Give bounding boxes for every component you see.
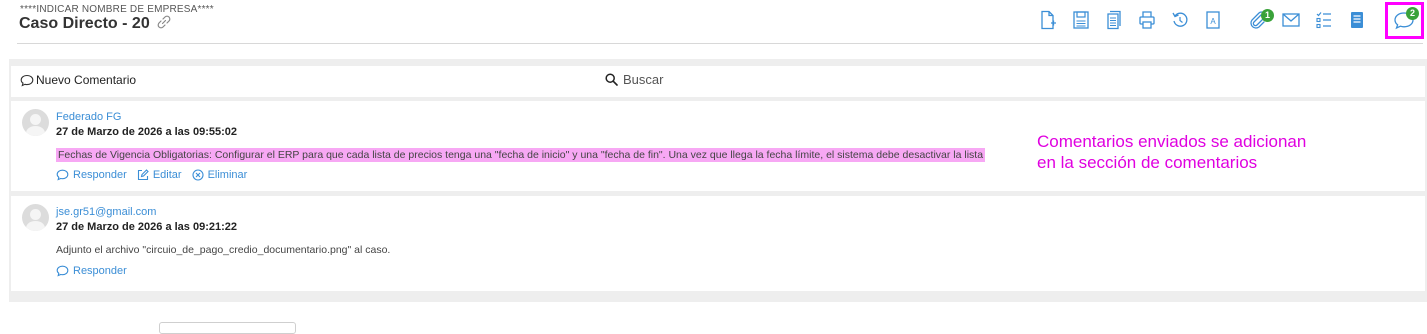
comment-item: jse.gr51@gmail.com 27 de Marzo de 2026 a…: [11, 196, 1425, 291]
comment-author[interactable]: jse.gr51@gmail.com: [56, 206, 156, 218]
new-document-icon[interactable]: [1035, 6, 1061, 34]
reply-button[interactable]: Responder: [56, 265, 127, 277]
comment-text: Adjunto el archivo "circuio_de_pago_cred…: [56, 244, 391, 256]
new-comment-button[interactable]: Nuevo Comentario: [20, 73, 136, 87]
attachment-icon[interactable]: 1: [1245, 6, 1274, 34]
close-circle-icon: [192, 169, 204, 181]
comment-icon: [20, 74, 34, 86]
active-tool-highlight: [1385, 2, 1424, 39]
reply-icon: [56, 265, 69, 277]
text-document-icon[interactable]: A: [1200, 6, 1226, 34]
notes-icon[interactable]: [1344, 6, 1370, 34]
avatar: [22, 109, 49, 136]
case-title-text: Caso Directo - 20: [19, 15, 150, 32]
comments-panel-header: Nuevo Comentario: [11, 66, 1425, 97]
delete-label: Eliminar: [207, 169, 248, 181]
comment-actions: Responder: [56, 265, 127, 277]
footer-input[interactable]: [159, 322, 296, 334]
checklist-icon[interactable]: [1311, 6, 1337, 34]
highlighted-comment-text: Fechas de Vigencia Obligatorias: Configu…: [56, 148, 986, 162]
search-icon: [605, 73, 618, 86]
history-icon[interactable]: [1167, 6, 1193, 34]
page-header: ****INDICAR NOMBRE DE EMPRESA**** Caso D…: [0, 0, 1427, 46]
reply-label: Responder: [73, 169, 127, 181]
annotation-line: Comentarios enviados se adicionan: [1037, 132, 1307, 151]
comment-author[interactable]: Federado FG: [56, 111, 121, 123]
search-input[interactable]: [623, 72, 823, 87]
edit-icon: [137, 169, 149, 181]
edit-button[interactable]: Editar: [137, 169, 182, 181]
page-title: Caso Directo - 20: [19, 15, 171, 34]
document-list-icon[interactable]: [1101, 6, 1127, 34]
email-icon[interactable]: [1278, 6, 1304, 34]
company-name: ****INDICAR NOMBRE DE EMPRESA****: [20, 4, 214, 15]
edit-label: Editar: [152, 169, 182, 181]
divider: [17, 43, 1423, 44]
comment-date: 27 de Marzo de 2026 a las 09:21:22: [56, 221, 237, 233]
reply-icon: [56, 169, 69, 181]
reply-label: Responder: [73, 265, 127, 277]
print-icon[interactable]: [1134, 6, 1160, 34]
annotation-line: en la sección de comentarios: [1037, 153, 1258, 172]
svg-text:A: A: [1210, 17, 1216, 26]
save-icon[interactable]: [1068, 6, 1094, 34]
search-box: [605, 72, 823, 87]
avatar: [22, 204, 49, 231]
new-comment-label: Nuevo Comentario: [36, 73, 137, 87]
link-icon[interactable]: [157, 15, 171, 34]
comment-actions: Responder Editar Eliminar: [56, 169, 247, 181]
annotation-note: Comentarios enviados se adicionan en la …: [1037, 131, 1306, 173]
attachment-count-badge: 1: [1261, 9, 1274, 22]
comment-date: 27 de Marzo de 2026 a las 09:55:02: [56, 126, 237, 138]
comment-text: Fechas de Vigencia Obligatorias: Configu…: [56, 148, 986, 162]
reply-button[interactable]: Responder: [56, 169, 127, 181]
delete-button[interactable]: Eliminar: [192, 169, 248, 181]
